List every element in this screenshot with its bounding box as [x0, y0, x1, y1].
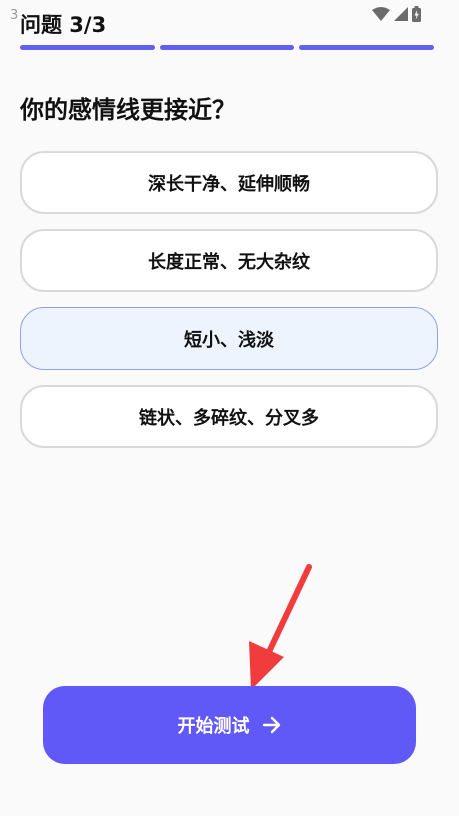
start-test-button[interactable]: 开始测试	[43, 686, 416, 764]
arrow-right-icon	[262, 716, 280, 734]
start-test-label: 开始测试	[177, 716, 250, 737]
